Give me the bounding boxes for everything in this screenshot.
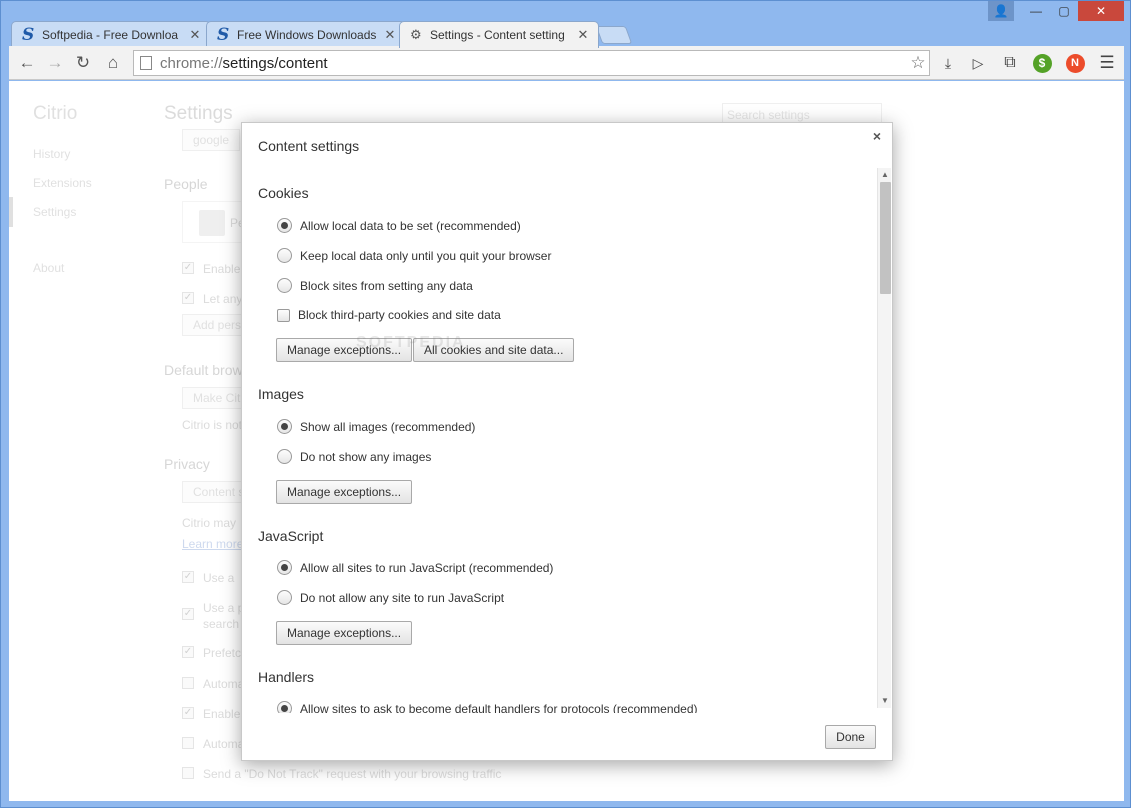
close-window-button[interactable]: ✕ (1078, 1, 1124, 21)
javascript-block-radio[interactable] (277, 590, 292, 605)
cookies-session-radio-row[interactable]: Keep local data only until you quit your… (277, 248, 551, 263)
images-show-radio-row[interactable]: Show all images (recommended) (277, 419, 475, 434)
cookies-block-radio[interactable] (277, 278, 292, 293)
scroll-down-icon[interactable]: ▼ (880, 696, 890, 706)
radio-label: Do not show any images (300, 449, 432, 464)
maximize-button[interactable]: ▢ (1050, 1, 1078, 21)
extension-green-button[interactable]: $ (1031, 52, 1053, 74)
softpedia-favicon-icon: S (22, 24, 35, 45)
forward-button[interactable]: → (43, 52, 67, 74)
dollar-icon: $ (1032, 53, 1052, 73)
watermark: SOFTPEDIA (356, 334, 466, 351)
page-icon (140, 56, 152, 70)
tab-strip: S Softpedia - Free Downloa ✕ S Free Wind… (11, 19, 651, 48)
handlers-allow-radio-row[interactable]: Allow sites to ask to become default han… (277, 701, 698, 713)
minimize-button[interactable]: — (1022, 1, 1050, 21)
bookmark-star-icon[interactable]: ☆ (907, 53, 929, 73)
url-text[interactable]: chrome://settings/content (160, 55, 907, 72)
dialog-scroll-area: Cookies Allow local data to be set (reco… (242, 168, 876, 713)
tab-close-icon[interactable]: ✕ (383, 27, 397, 43)
url-scheme: chrome:// (160, 54, 223, 72)
handlers-heading: Handlers (258, 669, 315, 685)
radio-label: Do not allow any site to run JavaScript (300, 590, 505, 605)
images-heading: Images (258, 386, 304, 402)
handlers-allow-radio[interactable] (277, 701, 292, 713)
cookies-block-radio-row[interactable]: Block sites from setting any data (277, 278, 473, 293)
url-path: settings/content (222, 54, 328, 72)
reload-button[interactable]: ↻ (71, 52, 95, 74)
content-settings-dialog: Content settings × Cookies Allow local d… (241, 122, 893, 761)
radio-label: Show all images (recommended) (300, 419, 476, 434)
new-tab-button[interactable] (595, 26, 633, 44)
checkbox-label: Block third-party cookies and site data (298, 308, 501, 322)
radio-label: Keep local data only until you quit your… (300, 248, 552, 263)
back-button[interactable]: ← (15, 52, 39, 74)
n-badge-icon: N (1065, 53, 1085, 73)
tab-free-windows-downloads[interactable]: S Free Windows Downloads ✕ (206, 21, 406, 47)
images-hide-radio[interactable] (277, 449, 292, 464)
tab-close-icon[interactable]: ✕ (576, 27, 590, 43)
browser-window: 👤 — ▢ ✕ S Softpedia - Free Downloa ✕ S F… (0, 0, 1131, 808)
close-icon[interactable]: × (870, 129, 884, 143)
radio-label: Allow sites to ask to become default han… (300, 701, 698, 714)
images-show-radio[interactable] (277, 419, 292, 434)
third-party-cookies-row[interactable]: Block third-party cookies and site data (277, 308, 501, 322)
tab-softpedia[interactable]: S Softpedia - Free Downloa ✕ (11, 21, 211, 47)
radio-label: Block sites from setting any data (300, 278, 473, 293)
cookies-heading: Cookies (258, 185, 309, 201)
done-button[interactable]: Done (825, 725, 876, 749)
user-profile-icon[interactable]: 👤 (988, 1, 1014, 21)
tab-title: Softpedia - Free Downloa (42, 27, 179, 42)
gear-icon: ⚙ (410, 27, 422, 42)
javascript-allow-radio-row[interactable]: Allow all sites to run JavaScript (recom… (277, 560, 553, 575)
cookies-allow-radio-row[interactable]: Allow local data to be set (recommended) (277, 218, 521, 233)
javascript-allow-radio[interactable] (277, 560, 292, 575)
play-icon[interactable]: ▷ (967, 52, 989, 74)
tab-title: Settings - Content setting (430, 28, 565, 42)
dialog-scrollbar[interactable]: ▲ ▼ (877, 168, 891, 708)
softpedia-favicon-icon: S (217, 24, 230, 45)
scroll-up-icon[interactable]: ▲ (880, 170, 890, 180)
menu-icon[interactable]: ☰ (1096, 52, 1118, 74)
javascript-manage-exceptions-button[interactable]: Manage exceptions... (276, 621, 413, 645)
cookies-allow-radio[interactable] (277, 218, 292, 233)
javascript-block-radio-row[interactable]: Do not allow any site to run JavaScript (277, 590, 504, 605)
tab-close-icon[interactable]: ✕ (188, 27, 202, 43)
javascript-heading: JavaScript (258, 528, 324, 544)
tab-title: Free Windows Downloads (237, 27, 377, 42)
cookies-session-radio[interactable] (277, 248, 292, 263)
images-manage-exceptions-button[interactable]: Manage exceptions... (276, 480, 413, 504)
home-button[interactable]: ⌂ (101, 52, 125, 74)
share-icon[interactable]: ⧉ (999, 52, 1021, 74)
window-controls: 👤 — ▢ ✕ (988, 1, 1124, 23)
extension-red-button[interactable]: N (1064, 52, 1086, 74)
scrollbar-thumb[interactable] (880, 182, 891, 294)
third-party-cookies-checkbox[interactable] (277, 308, 290, 322)
dialog-footer: Done (242, 715, 892, 760)
toolbar: ← → ↻ ⌂ chrome://settings/content ☆ ⤓ ▷ … (9, 46, 1124, 80)
radio-label: Allow local data to be set (recommended) (300, 218, 521, 233)
tab-settings[interactable]: ⚙ Settings - Content setting ✕ (399, 21, 599, 48)
download-icon[interactable]: ⤓ (937, 52, 959, 74)
radio-label: Allow all sites to run JavaScript (recom… (300, 560, 554, 575)
address-bar[interactable]: chrome://settings/content ☆ (133, 50, 930, 76)
images-hide-radio-row[interactable]: Do not show any images (277, 449, 431, 464)
dialog-title: Content settings (258, 138, 360, 154)
